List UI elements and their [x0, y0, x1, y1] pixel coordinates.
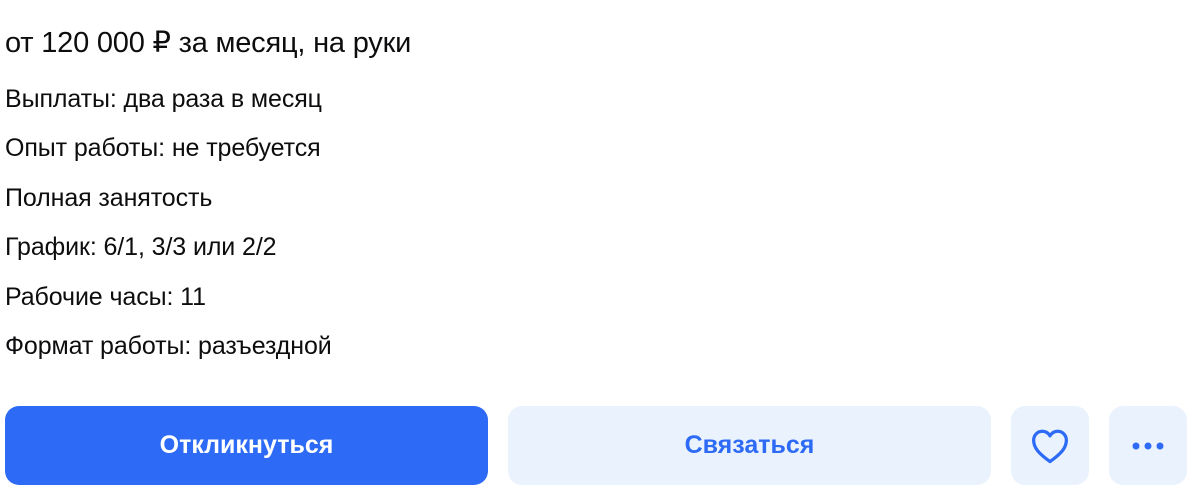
contact-button[interactable]: Связаться	[508, 406, 991, 485]
detail-employment: Полная занятость	[5, 183, 213, 212]
detail-payments: Выплаты: два раза в месяц	[5, 85, 322, 113]
detail-schedule: График: 6/1, 3/3 или 2/2	[5, 233, 277, 262]
salary-text: от 120 000 ₽ за месяц, на руки	[5, 27, 412, 59]
detail-work-format: Формат работы: разъездной	[5, 331, 332, 360]
vacancy-card: от 120 000 ₽ за месяц, на руки Выплаты: …	[0, 0, 1200, 501]
action-bar: Откликнуться Связаться	[5, 406, 1187, 485]
detail-working-hours: Рабочие часы: 11	[5, 282, 206, 311]
more-icon	[1131, 442, 1165, 450]
respond-button[interactable]: Откликнуться	[5, 406, 488, 485]
more-button[interactable]	[1109, 406, 1187, 485]
heart-icon	[1030, 428, 1070, 464]
favorite-button[interactable]	[1011, 406, 1089, 485]
vacancy-details-list: Выплаты: два раза в месяц Опыт работы: н…	[5, 84, 332, 380]
detail-experience: Опыт работы: не требуется	[5, 134, 321, 163]
